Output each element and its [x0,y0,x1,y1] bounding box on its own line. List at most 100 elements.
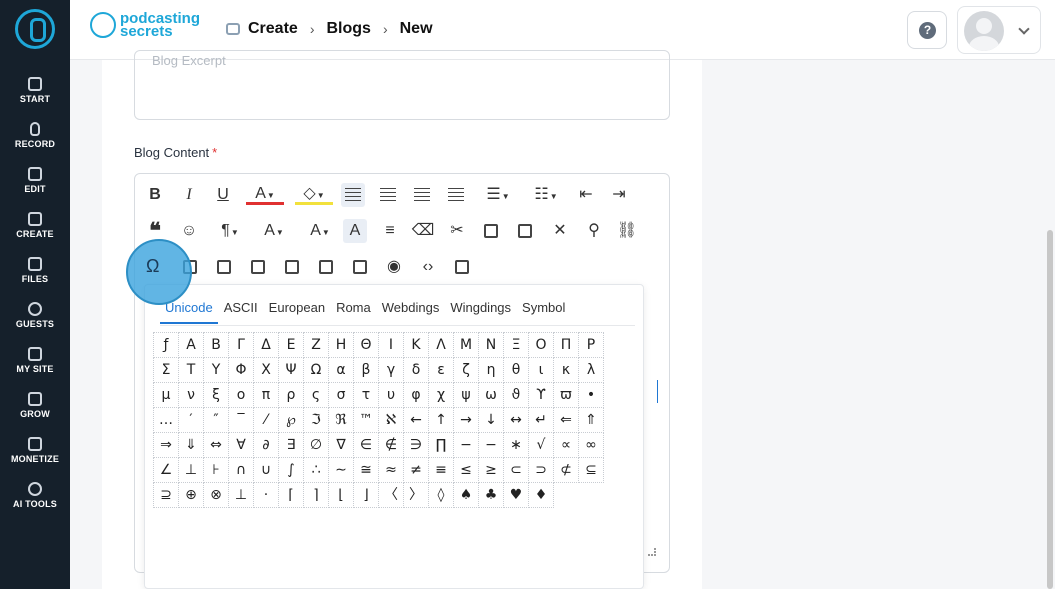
special-char-cell[interactable]: ρ [278,382,304,408]
special-char-cell[interactable]: Γ [228,332,254,358]
special-char-cell[interactable]: ⌈ [278,482,304,508]
special-char-cell[interactable]: ς [303,382,329,408]
special-char-cell[interactable]: Ι [378,332,404,358]
special-char-cell[interactable]: ♠ [453,482,479,508]
special-char-cell[interactable]: Λ [428,332,454,358]
special-char-cell[interactable]: ∫ [278,457,304,483]
indent-button[interactable]: ⇥ [607,183,631,207]
special-char-cell[interactable]: ∞ [578,432,604,458]
special-char-cell[interactable]: ⊕ [178,482,204,508]
special-char-cell[interactable]: ι [528,357,554,383]
special-char-cell[interactable]: ⇔ [203,432,229,458]
special-char-cell[interactable]: ∅ [303,432,329,458]
special-char-cell[interactable]: ⌉ [303,482,329,508]
special-char-cell[interactable]: Ρ [578,332,604,358]
special-char-cell[interactable]: ≠ [403,457,429,483]
special-char-cell[interactable]: ∃ [278,432,304,458]
special-char-cell[interactable]: ψ [453,382,479,408]
emoji-button[interactable]: ☺ [177,219,201,243]
nav-files[interactable]: FILES [0,257,70,284]
special-char-cell[interactable]: ℑ [303,407,329,433]
special-char-cell[interactable]: ‾ [228,407,254,433]
file-button[interactable] [280,255,304,279]
text-size-button[interactable]: A▼ [256,219,292,243]
blog-excerpt-field[interactable]: Blog Excerpt [134,50,670,120]
special-char-cell[interactable]: ≅ [353,457,379,483]
special-char-cell[interactable]: ο [228,382,254,408]
special-char-cell[interactable]: ∩ [228,457,254,483]
special-char-cell[interactable]: − [478,432,504,458]
format-button[interactable]: A [343,219,367,243]
special-char-cell[interactable]: ƒ [153,332,179,358]
tab-roma[interactable]: Roma [331,300,376,324]
special-char-cell[interactable]: β [353,357,379,383]
special-char-cell[interactable]: π [253,382,279,408]
special-char-cell[interactable]: Ψ [278,357,304,383]
special-char-cell[interactable]: ″ [203,407,229,433]
special-char-cell[interactable]: ⇒ [153,432,179,458]
code-view-button[interactable]: ‹› [416,255,440,279]
special-char-cell[interactable]: ⊄ [553,457,579,483]
special-char-cell[interactable]: ⇓ [178,432,204,458]
special-char-cell[interactable]: μ [153,382,179,408]
special-char-cell[interactable]: ∗ [503,432,529,458]
special-char-cell[interactable]: ∏ [428,432,454,458]
user-menu[interactable] [957,6,1041,54]
special-characters-button[interactable]: Ω [146,256,159,277]
special-char-cell[interactable]: δ [403,357,429,383]
special-char-cell[interactable]: Α [178,332,204,358]
special-char-cell[interactable]: ∝ [553,432,579,458]
special-char-cell[interactable]: Θ [353,332,379,358]
special-char-cell[interactable]: Ν [478,332,504,358]
font-family-button[interactable]: A▼ [302,219,338,243]
special-char-cell[interactable]: Τ [178,357,204,383]
tab-webdings[interactable]: Webdings [377,300,445,324]
tab-european[interactable]: European [264,300,330,324]
special-char-cell[interactable]: ≈ [378,457,404,483]
special-char-cell[interactable]: ⌋ [353,482,379,508]
highlight-button[interactable]: ◇▼ [295,183,333,205]
special-char-cell[interactable]: ⁄ [253,407,279,433]
align-right-button[interactable] [410,183,434,207]
special-char-cell[interactable]: Π [553,332,579,358]
special-char-cell[interactable]: θ [503,357,529,383]
outdent-button[interactable]: ⇤ [574,183,598,207]
nav-monetize[interactable]: MONETIZE [0,437,70,464]
special-char-cell[interactable]: ⊦ [203,457,229,483]
special-char-cell[interactable]: α [328,357,354,383]
special-char-cell[interactable]: Φ [228,357,254,383]
special-char-cell[interactable]: ⊗ [203,482,229,508]
special-char-cell[interactable]: Η [328,332,354,358]
embed-button[interactable] [348,255,372,279]
cut-button[interactable]: ✂ [445,219,469,243]
special-char-cell[interactable]: ∴ [303,457,329,483]
special-char-cell[interactable]: Σ [153,357,179,383]
special-char-cell[interactable]: ∠ [153,457,179,483]
align-left-button[interactable] [341,183,365,207]
special-char-cell[interactable]: ∼ [328,457,354,483]
special-char-cell[interactable]: γ [378,357,404,383]
special-char-cell[interactable]: Β [203,332,229,358]
special-char-cell[interactable]: ∈ [353,432,379,458]
fullscreen-button[interactable] [450,255,474,279]
special-char-cell[interactable]: ν [178,382,204,408]
special-char-cell[interactable]: ∋ [403,432,429,458]
special-char-cell[interactable]: … [153,407,179,433]
special-char-cell[interactable]: ∉ [378,432,404,458]
special-char-cell[interactable]: Ο [528,332,554,358]
eraser-button[interactable]: ⌫ [411,219,435,243]
special-char-cell[interactable]: Χ [253,357,279,383]
video-button[interactable] [246,255,270,279]
tab-ascii[interactable]: ASCII [219,300,263,324]
special-char-cell[interactable]: κ [553,357,579,383]
special-char-cell[interactable]: υ [378,382,404,408]
special-char-cell[interactable]: ε [428,357,454,383]
special-char-cell[interactable]: ζ [453,357,479,383]
special-char-cell[interactable]: ϑ [503,382,529,408]
nav-record[interactable]: RECORD [0,122,70,149]
special-char-cell[interactable]: − [453,432,479,458]
special-char-cell[interactable]: ℵ [378,407,404,433]
image-button[interactable] [212,255,236,279]
help-button[interactable]: ? [907,11,947,49]
nav-grow[interactable]: GROW [0,392,70,419]
